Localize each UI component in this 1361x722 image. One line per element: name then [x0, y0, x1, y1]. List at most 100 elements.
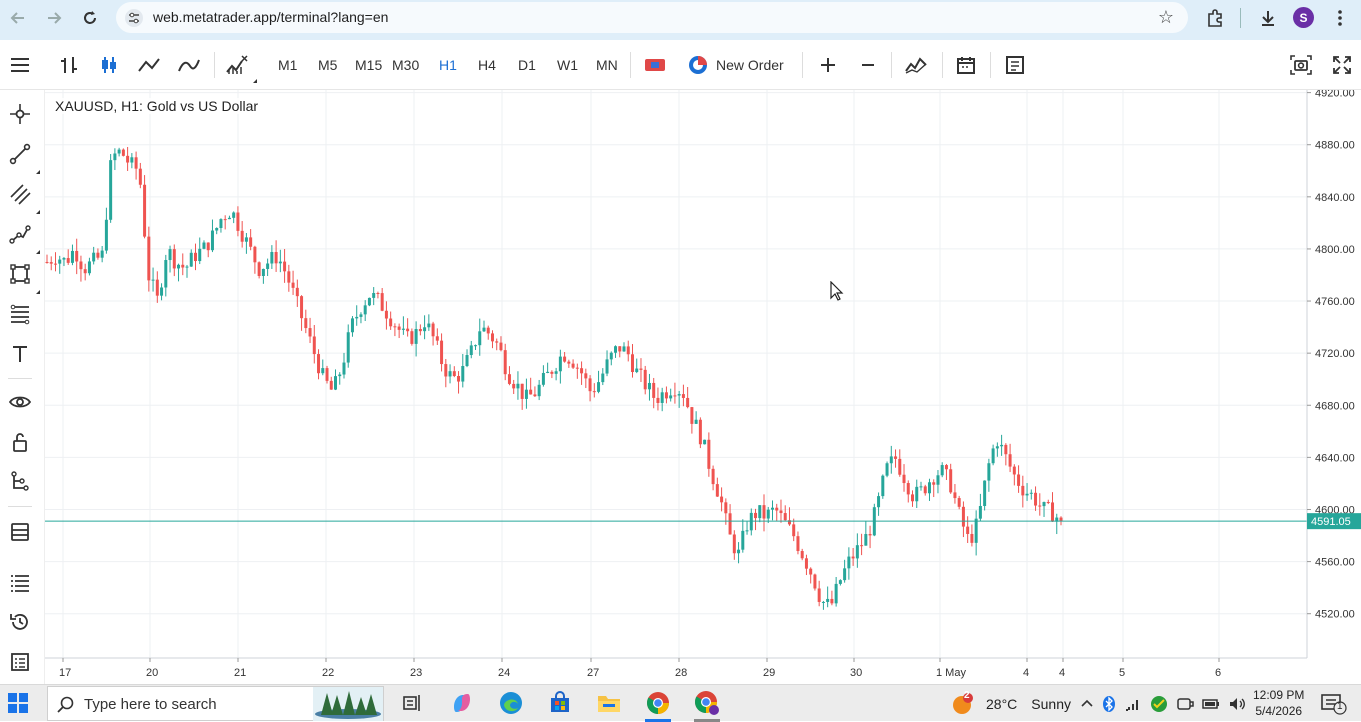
candle-body [877, 496, 881, 508]
lock-icon[interactable] [8, 430, 32, 454]
timeframe-w1[interactable]: W1 [557, 57, 578, 73]
indicators-icon[interactable] [225, 54, 249, 76]
candle-body [529, 389, 533, 395]
chrome-icon[interactable] [645, 690, 671, 716]
candle-body [253, 246, 257, 263]
candle-body [215, 228, 219, 231]
extensions-icon[interactable] [1203, 7, 1227, 29]
candle-body [927, 482, 931, 494]
candle-body [694, 419, 698, 424]
task-view-icon[interactable] [399, 690, 425, 716]
candle-body [571, 363, 575, 368]
kebab-menu-icon[interactable] [1328, 7, 1352, 29]
trend-line-icon[interactable] [8, 142, 32, 166]
candle-body [626, 346, 630, 355]
one-click-trading-icon[interactable] [643, 54, 667, 76]
candle-body [350, 318, 354, 333]
chrome-profile-icon[interactable] [694, 690, 720, 716]
candle-body [423, 327, 427, 332]
candle-body [482, 327, 486, 332]
edge-browser-icon[interactable] [498, 690, 524, 716]
microsoft-store-icon[interactable] [547, 690, 573, 716]
candle-body [720, 496, 724, 503]
template-icon[interactable] [1003, 54, 1027, 76]
visibility-eye-icon[interactable] [8, 390, 32, 414]
timeframe-mn[interactable]: MN [596, 57, 618, 73]
depth-of-market-icon[interactable] [8, 520, 32, 544]
candle-body [270, 251, 274, 264]
new-order-button[interactable]: New Order [688, 54, 784, 76]
site-info-icon[interactable] [124, 8, 144, 28]
windows-start-icon[interactable] [8, 693, 28, 713]
price-chart[interactable]: 4920.00 4880.00 4840.00 4800.00 4760.00 4720.… [45, 88, 1361, 684]
address-bar[interactable]: web.metatrader.app/terminal?lang=en ☆ [116, 2, 1188, 33]
timeframe-h1[interactable]: H1 [439, 57, 457, 73]
system-clock[interactable]: 12:09 PM 5/4/2026 [1253, 687, 1304, 719]
timeframe-m1[interactable]: M1 [278, 57, 297, 73]
timeframe-m30[interactable]: M30 [392, 57, 419, 73]
text-icon[interactable] [8, 342, 32, 366]
timeframe-d1[interactable]: D1 [518, 57, 536, 73]
security-shield-icon[interactable] [1150, 695, 1168, 713]
channel-icon[interactable] [8, 182, 32, 206]
candle-body [957, 498, 961, 507]
candle-body [359, 314, 363, 317]
weather-widget[interactable]: 2 28°C Sunny [952, 685, 1071, 722]
candle-body [889, 456, 893, 464]
line-chart-icon[interactable] [137, 54, 161, 76]
timeframe-m15[interactable]: M15 [355, 57, 382, 73]
candlestick-icon[interactable] [97, 54, 121, 76]
candle-body [906, 483, 910, 495]
candle-body [393, 326, 397, 328]
battery-icon[interactable] [1202, 697, 1220, 711]
candlestick-chart[interactable]: 4920.00 4880.00 4840.00 4800.00 4760.00 4720.… [45, 88, 1361, 684]
hamburger-menu-icon[interactable] [8, 54, 32, 76]
candle-body [894, 456, 898, 459]
candle-body [389, 318, 393, 327]
fullscreen-icon[interactable] [1330, 54, 1354, 76]
timeframe-h4[interactable]: H4 [478, 57, 496, 73]
copilot-icon[interactable] [449, 690, 475, 716]
chevron-up-icon[interactable] [1080, 697, 1094, 711]
timeframe-m5[interactable]: M5 [318, 57, 337, 73]
bluetooth-icon[interactable] [1102, 695, 1116, 713]
calendar-icon[interactable] [954, 54, 978, 76]
candle-body [278, 261, 282, 264]
candle-body [1017, 474, 1021, 486]
star-icon[interactable]: ☆ [1158, 7, 1174, 28]
object-tree-icon[interactable] [8, 470, 32, 494]
area-chart-icon[interactable] [177, 54, 201, 76]
candle-body [741, 530, 745, 550]
bar-chart-icon[interactable] [57, 54, 81, 76]
zoom-in-icon[interactable] [816, 54, 840, 76]
candle-body [766, 509, 770, 519]
candle-body [113, 153, 117, 161]
crosshair-icon[interactable] [8, 102, 32, 126]
candle-body [164, 260, 168, 288]
fibonacci-icon[interactable] [8, 302, 32, 326]
history-clock-icon[interactable] [8, 610, 32, 634]
screenshot-camera-icon[interactable] [1289, 54, 1313, 76]
network-icon[interactable] [1124, 696, 1142, 712]
drawing-tools-panel [0, 90, 45, 684]
polyline-icon[interactable] [8, 222, 32, 246]
notifications-icon[interactable]: 1 [1321, 693, 1347, 720]
zoom-out-icon[interactable] [856, 54, 880, 76]
time-axis-label: 30 [850, 667, 862, 679]
display-icon[interactable] [1176, 696, 1194, 712]
candle-body [210, 230, 214, 251]
candle-body [860, 545, 864, 547]
journal-icon[interactable] [8, 650, 32, 674]
download-icon[interactable] [1256, 7, 1280, 29]
taskbar-search-box[interactable]: Type here to search [47, 686, 384, 721]
back-arrow-icon[interactable] [4, 6, 32, 30]
forward-arrow-icon[interactable] [40, 6, 68, 30]
indicator-wave-icon[interactable] [904, 54, 928, 76]
time-axis-label: 24 [498, 667, 510, 679]
volume-icon[interactable] [1228, 696, 1246, 712]
reload-icon[interactable] [76, 6, 104, 30]
profile-avatar[interactable]: S [1293, 7, 1314, 28]
list-icon[interactable] [8, 570, 32, 594]
file-explorer-icon[interactable] [596, 690, 622, 716]
shapes-icon[interactable] [8, 262, 32, 286]
